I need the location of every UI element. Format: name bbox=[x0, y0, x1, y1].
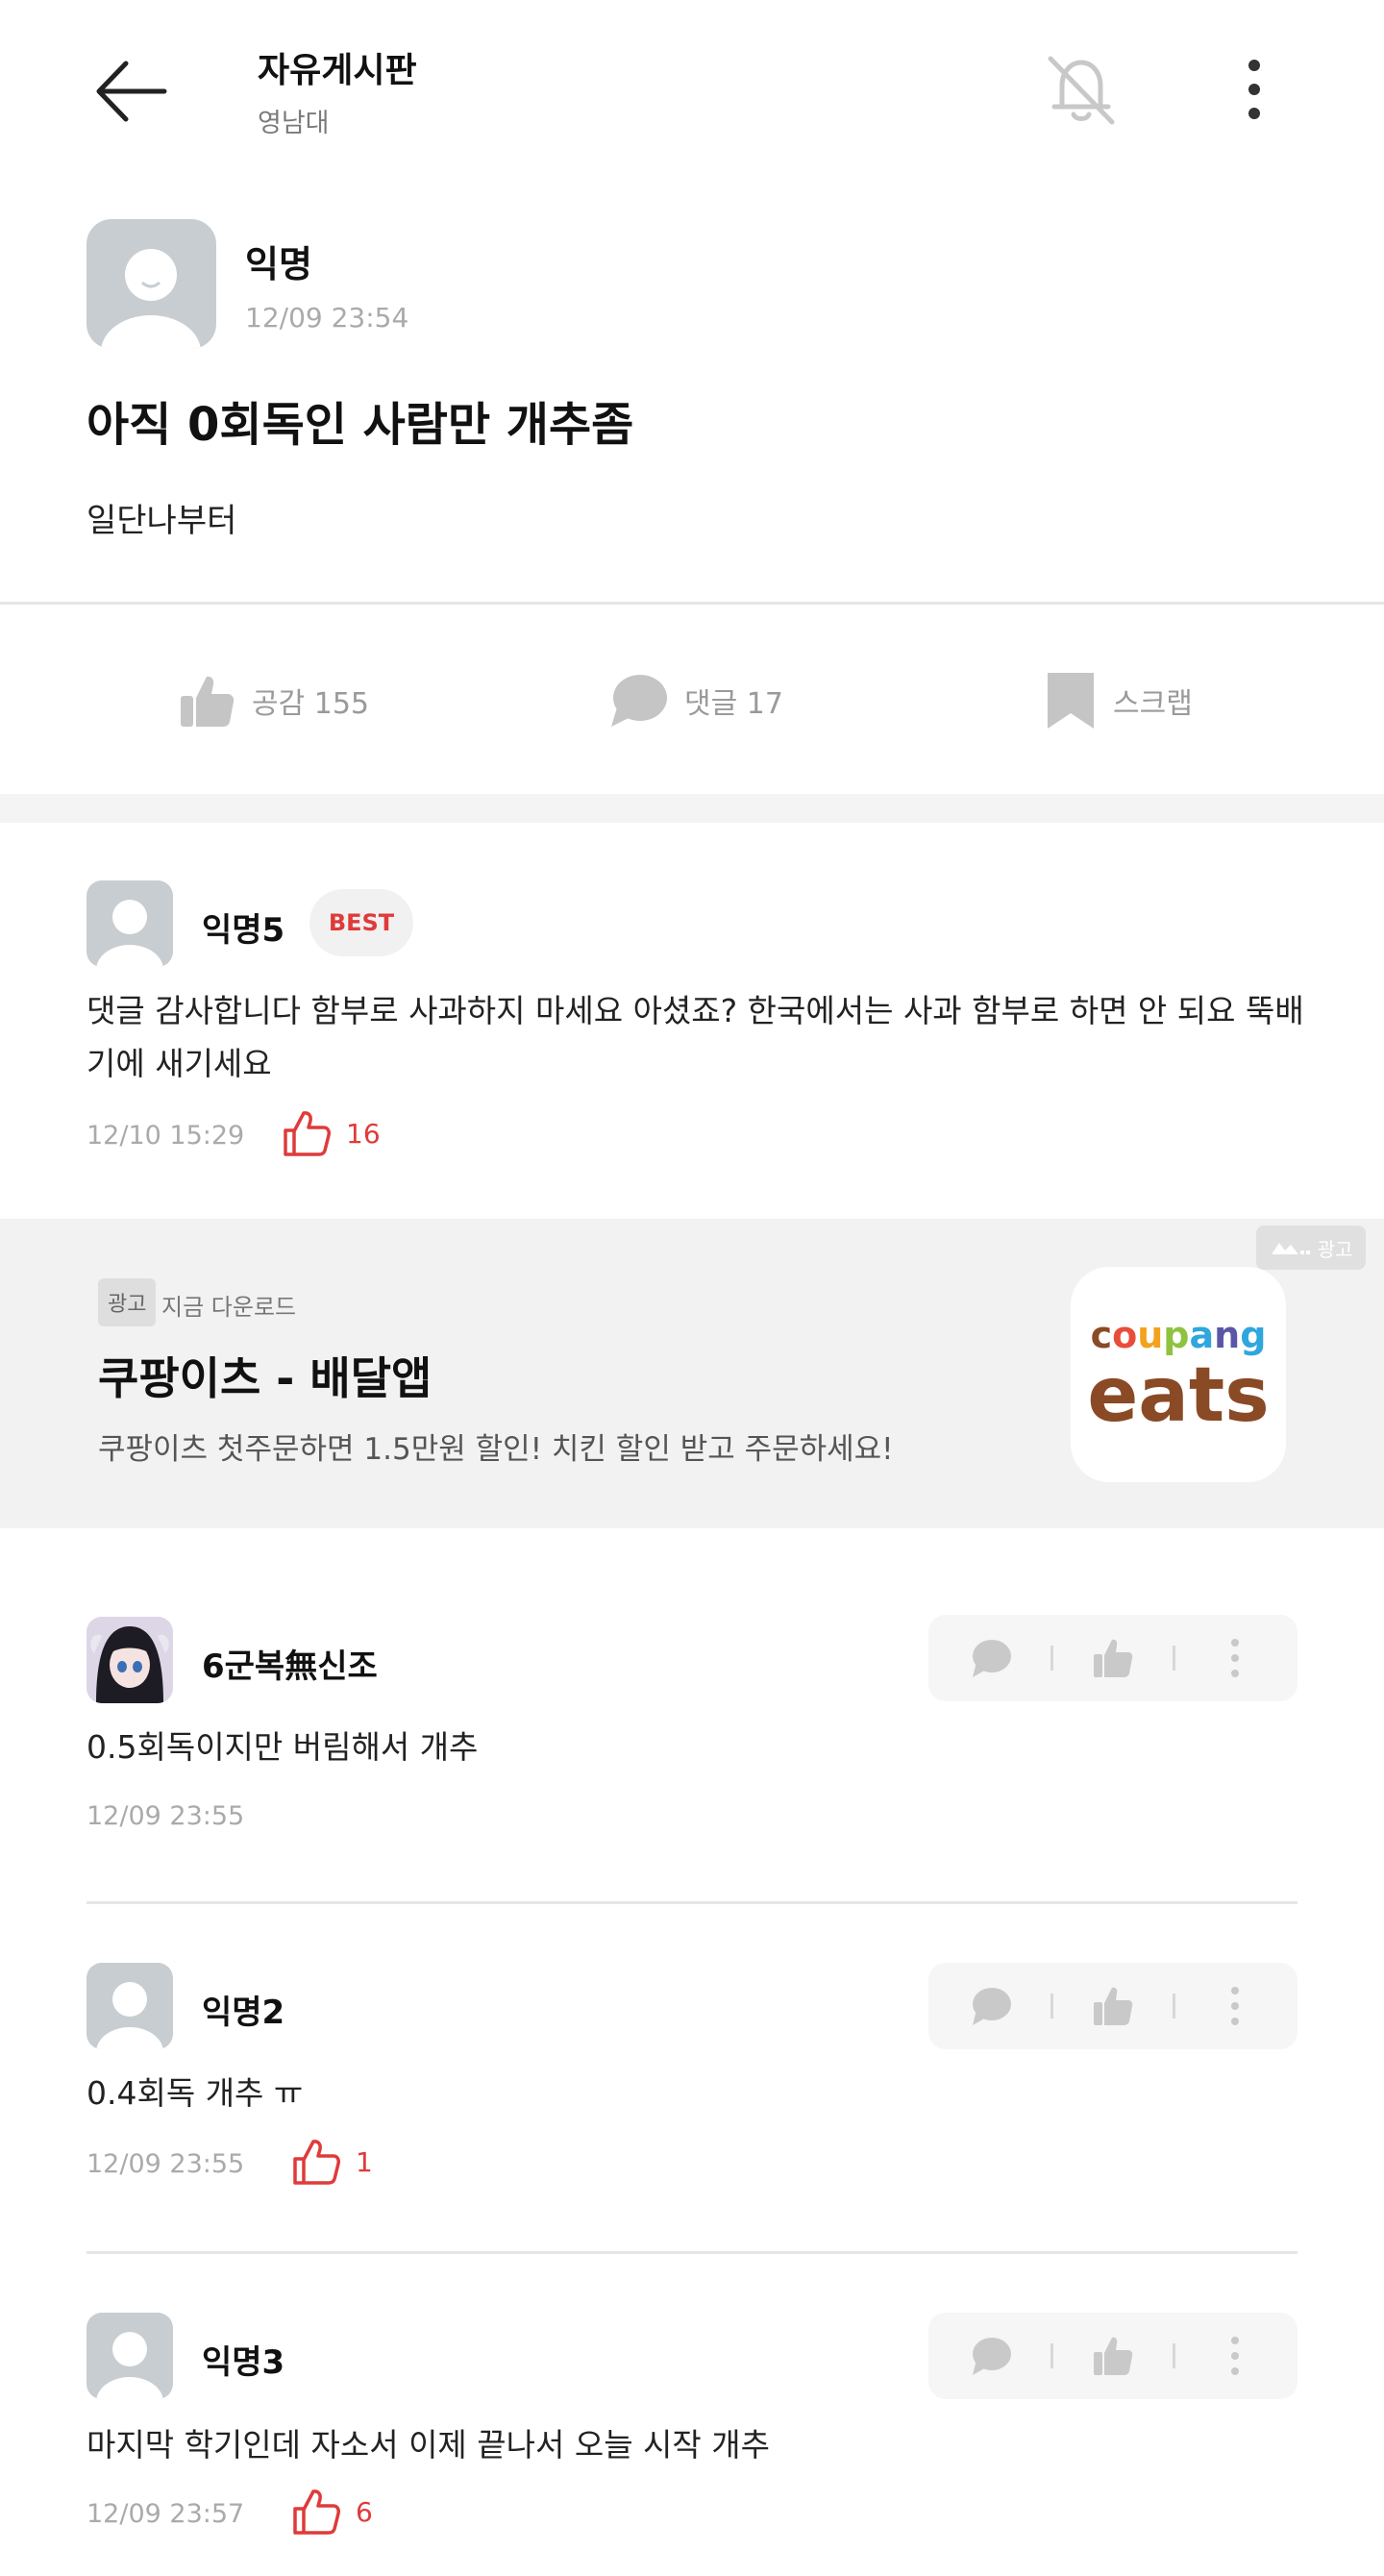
more-vertical-icon bbox=[1248, 60, 1260, 119]
comment-text: 마지막 학기인데 자소서 이제 끝나서 오늘 시작 개추 bbox=[86, 2426, 770, 2464]
default-avatar-icon bbox=[96, 2332, 163, 2399]
ad-corner-label: 광고 bbox=[1256, 1226, 1366, 1270]
best-comment-author: 익명5 bbox=[202, 911, 285, 950]
best-comment-like-count: 16 bbox=[346, 1117, 381, 1150]
back-arrow-icon bbox=[96, 61, 167, 122]
like-button[interactable]: 공감 155 bbox=[177, 667, 369, 734]
post-timestamp: 12/09 23:54 bbox=[245, 302, 409, 334]
comment-more-button[interactable] bbox=[1197, 2322, 1273, 2390]
comment-tools bbox=[928, 1963, 1298, 2049]
comment-author: 익명2 bbox=[202, 1994, 285, 2032]
more-vertical-icon bbox=[1231, 1639, 1239, 1677]
comment-time: 12/09 23:57 bbox=[86, 2499, 245, 2529]
reply-button[interactable] bbox=[952, 1972, 1029, 2040]
post-author-avatar bbox=[86, 219, 216, 349]
coupang-eats-logo[interactable]: coupang eats bbox=[1071, 1267, 1286, 1482]
comment-like[interactable]: 6 bbox=[290, 2486, 373, 2538]
comment-text: 0.5회독이지만 버림해서 개추 bbox=[86, 1728, 479, 1766]
tool-separator bbox=[1173, 1646, 1175, 1671]
default-avatar-icon bbox=[101, 249, 201, 349]
comment-more-button[interactable] bbox=[1197, 1624, 1273, 1692]
comment-author: 익명3 bbox=[202, 2343, 285, 2382]
more-vertical-icon bbox=[1231, 2337, 1239, 2375]
reply-button[interactable] bbox=[952, 2322, 1029, 2390]
ad-network-icon bbox=[1271, 1243, 1310, 1254]
scrap-button[interactable]: 스크랩 bbox=[1044, 667, 1193, 734]
comment-like-button[interactable] bbox=[1075, 1624, 1151, 1692]
ad-cta[interactable]: 지금 다운로드 bbox=[161, 1288, 296, 1322]
bookmark-icon bbox=[1048, 673, 1094, 729]
comment-tools bbox=[928, 1615, 1298, 1701]
comment-button[interactable]: 댓글 17 bbox=[607, 667, 783, 734]
tool-separator bbox=[1173, 2343, 1175, 2368]
like-count-label: 공감 155 bbox=[252, 687, 369, 721]
board-subtitle: 영남대 bbox=[258, 109, 330, 138]
comment-divider bbox=[86, 1901, 1298, 1904]
ad-title[interactable]: 쿠팡이츠 - 배달앱 bbox=[98, 1344, 432, 1407]
thumbs-up-icon bbox=[1094, 1987, 1133, 2025]
scrap-label: 스크랩 bbox=[1113, 687, 1193, 721]
comment-time: 12/09 23:55 bbox=[86, 2149, 245, 2179]
more-vertical-icon bbox=[1231, 1987, 1239, 2025]
comment-like[interactable]: 1 bbox=[290, 2136, 373, 2188]
comment-avatar bbox=[86, 1963, 173, 2049]
post-title: 아직 0회독인 사람만 개추좀 bbox=[86, 398, 634, 452]
thumbs-up-icon bbox=[1094, 1639, 1133, 1677]
thumbs-up-outline-icon bbox=[284, 1111, 331, 1156]
top-bar: 자유게시판 영남대 bbox=[0, 0, 1384, 183]
board-title: 자유게시판 bbox=[258, 51, 417, 90]
logo-wordmark-bottom: eats bbox=[1087, 1352, 1270, 1439]
comment-count-label: 댓글 17 bbox=[684, 687, 783, 721]
best-comment-time: 12/10 15:29 bbox=[86, 1121, 245, 1151]
tool-separator bbox=[1173, 1994, 1175, 2019]
speech-bubble-icon bbox=[973, 1640, 1011, 1677]
bell-off-icon bbox=[1048, 56, 1115, 125]
thumbs-up-icon bbox=[181, 676, 235, 727]
comment-text: 0.4회독 개추 ㅠ bbox=[86, 2074, 304, 2112]
comment-divider bbox=[86, 2251, 1298, 2254]
comment-like-button[interactable] bbox=[1075, 1972, 1151, 2040]
reply-button[interactable] bbox=[952, 1624, 1029, 1692]
post-author-name: 익명 bbox=[245, 243, 312, 285]
anime-avatar-icon bbox=[86, 1617, 173, 1703]
tool-separator bbox=[1050, 1994, 1053, 2019]
thumbs-up-icon bbox=[1094, 2337, 1133, 2375]
comment-like-button[interactable] bbox=[1075, 2322, 1151, 2390]
speech-bubble-icon bbox=[611, 675, 667, 727]
post-action-bar: 공감 155 댓글 17 스크랩 bbox=[0, 606, 1384, 793]
post-body: 일단나부터 bbox=[86, 502, 237, 540]
comment-tools bbox=[928, 2313, 1298, 2399]
ad-corner-text: 광고 bbox=[1317, 1237, 1353, 1261]
comment-author: 6군복無신조 bbox=[202, 1647, 378, 1686]
notification-toggle-button[interactable] bbox=[1038, 46, 1124, 133]
comment-avatar-image bbox=[86, 1617, 173, 1703]
best-comment-avatar bbox=[86, 880, 173, 967]
section-separator bbox=[0, 794, 1384, 823]
thumbs-up-outline-icon bbox=[293, 2489, 340, 2535]
best-comment-text: 댓글 감사합니다 함부로 사과하지 마세요 아셨죠? 한국에서는 사과 함부로 … bbox=[86, 992, 1304, 1082]
divider bbox=[0, 602, 1384, 605]
comment-like-count: 1 bbox=[356, 2145, 373, 2178]
comment-avatar bbox=[86, 2313, 173, 2399]
logo-wordmark-top: coupang bbox=[1090, 1314, 1267, 1356]
back-button[interactable] bbox=[86, 48, 173, 135]
speech-bubble-icon bbox=[973, 1988, 1011, 2025]
speech-bubble-icon bbox=[973, 2338, 1011, 2375]
comment-like-count: 6 bbox=[356, 2495, 373, 2528]
more-options-button[interactable] bbox=[1211, 46, 1298, 133]
default-avatar-icon bbox=[96, 1982, 163, 2049]
best-comment-like[interactable]: 16 bbox=[281, 1107, 381, 1159]
ad-description: 쿠팡이츠 첫주문하면 1.5만원 할인! 치킨 할인 받고 주문하세요! bbox=[98, 1432, 894, 1467]
tool-separator bbox=[1050, 1646, 1053, 1671]
best-badge: BEST bbox=[309, 889, 413, 956]
thumbs-up-outline-icon bbox=[293, 2140, 340, 2185]
comment-time: 12/09 23:55 bbox=[86, 1801, 245, 1831]
tool-separator bbox=[1050, 2343, 1053, 2368]
comment-more-button[interactable] bbox=[1197, 1972, 1273, 2040]
ad-tag: 광고 bbox=[98, 1278, 157, 1326]
default-avatar-icon bbox=[96, 900, 163, 967]
